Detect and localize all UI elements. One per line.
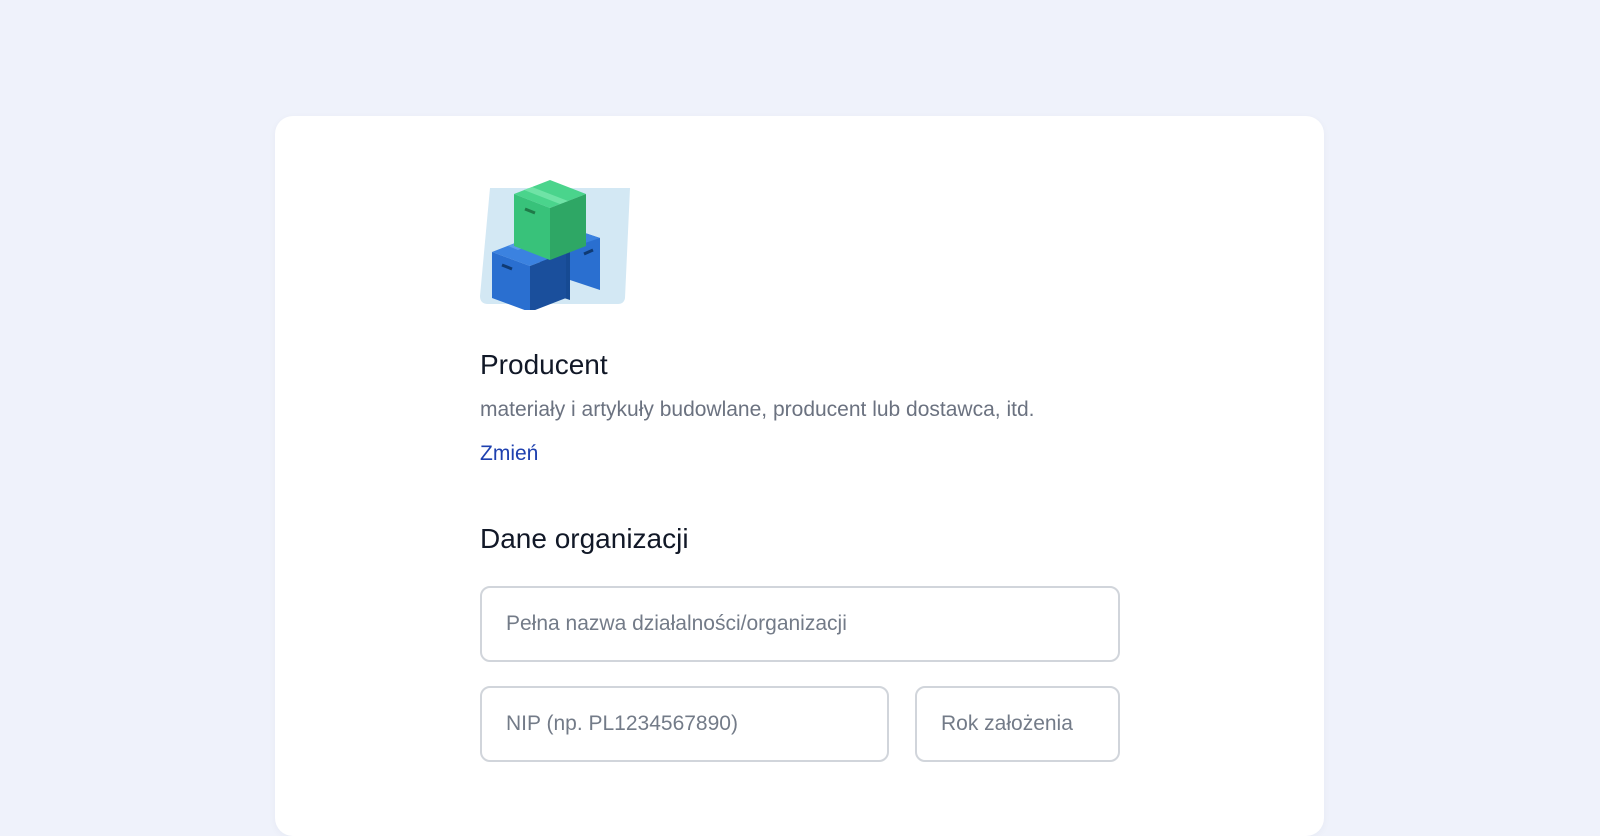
organization-full-name-input[interactable] xyxy=(480,586,1120,662)
category-title: Producent xyxy=(480,349,608,380)
card-content: Producent materiały i artykuły budowlane… xyxy=(480,174,1120,762)
nip-input[interactable] xyxy=(480,686,889,762)
organization-section-title: Dane organizacji xyxy=(480,523,689,554)
nip-year-row xyxy=(480,686,1120,762)
category-description: materiały i artykuły budowlane, producen… xyxy=(480,398,1035,421)
registration-card: Producent materiały i artykuły budowlane… xyxy=(275,116,1324,836)
change-category-link[interactable]: Zmień xyxy=(480,440,538,468)
year-founded-input[interactable] xyxy=(915,686,1120,762)
stacked-boxes-icon xyxy=(480,180,630,310)
